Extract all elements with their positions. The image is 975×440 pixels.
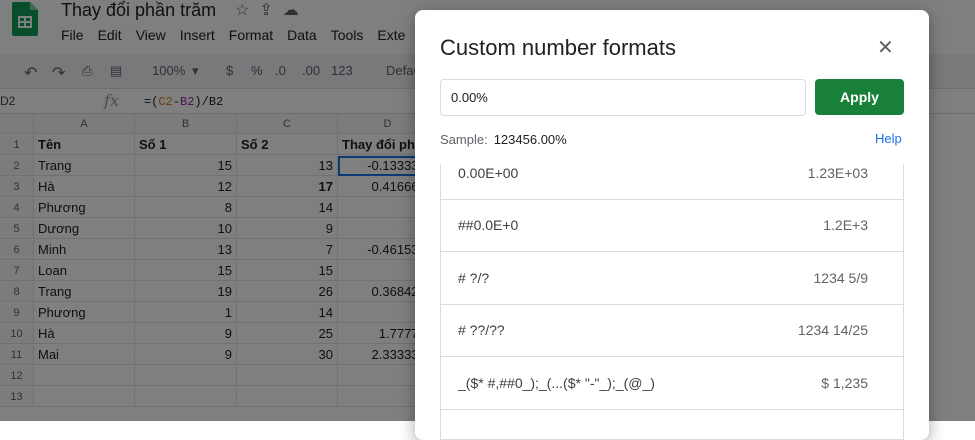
list-item[interactable]: _($* #,##0_);_(...($* "-"_);_(@_) $ 1,235 [441,357,903,410]
close-icon[interactable]: ✕ [877,35,894,60]
sheets-app: Thay đổi phần trăm ☆⇪☁ FileEditViewInser… [0,0,975,440]
custom-number-formats-dialog: Custom number formats ✕ Apply Sample:123… [415,10,929,440]
list-item[interactable]: # ?/? 1234 5/9 [441,252,903,305]
dialog-title: Custom number formats [440,35,676,60]
help-link[interactable]: Help [875,131,902,146]
list-item[interactable]: # ??/?? 1234 14/25 [441,304,903,357]
format-input[interactable] [440,79,806,116]
list-item[interactable]: ##0.0E+0 1.2E+3 [441,199,903,252]
format-list[interactable]: 0.00E+00 1.23E+03 ##0.0E+0 1.2E+3 # ?/? 123… [440,164,904,440]
apply-button[interactable]: Apply [815,79,904,115]
list-item[interactable]: 0.00E+00 1.23E+03 [441,164,903,200]
sample-preview: Sample: 123456.00% [440,132,567,147]
